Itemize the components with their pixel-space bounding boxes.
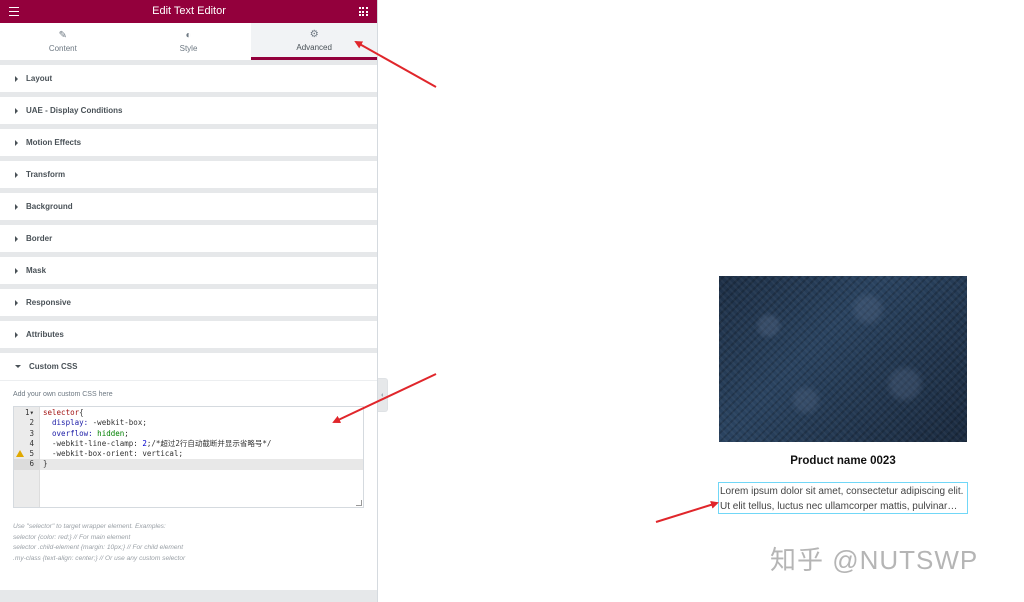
tab-style[interactable]: ◐ Style xyxy=(126,23,252,60)
code-line: display: -webkit-box; xyxy=(52,418,147,428)
arrow-to-description xyxy=(655,500,719,523)
section-layout[interactable]: Layout xyxy=(0,65,377,92)
section-attributes[interactable]: Attributes xyxy=(0,321,377,348)
caret-right-icon xyxy=(15,107,18,114)
hint-line: .my-class {text-align: center;} // Or us… xyxy=(13,554,186,562)
menu-icon[interactable] xyxy=(8,6,20,18)
section-label: UAE - Display Conditions xyxy=(26,106,123,115)
line-number: 3 xyxy=(29,428,34,438)
tab-label: Content xyxy=(48,44,77,53)
caret-right-icon xyxy=(15,203,18,210)
line-number: 6 xyxy=(14,459,39,470)
caret-right-icon xyxy=(15,75,18,82)
code-line: -webkit-box-orient: vertical; xyxy=(52,449,183,459)
warning-icon xyxy=(16,450,24,458)
gear-icon: ⚙ xyxy=(309,28,319,40)
widgets-grid-icon[interactable] xyxy=(357,6,369,18)
product-name: Product name 0023 xyxy=(790,455,896,467)
contrast-icon: ◐ xyxy=(185,30,192,41)
line-number: 1▾ xyxy=(24,408,34,417)
product-description: Lorem ipsum dolor sit amet, consectetur … xyxy=(720,486,964,512)
section-list: Layout UAE - Display Conditions Motion E… xyxy=(0,61,377,590)
caret-right-icon xyxy=(15,299,18,306)
section-label: Custom CSS xyxy=(29,362,78,371)
tab-advanced[interactable]: ⚙ Advanced xyxy=(251,23,377,60)
custom-css-help: Add your own custom CSS here xyxy=(13,391,113,398)
caret-right-icon xyxy=(15,331,18,338)
tab-label: Style xyxy=(179,44,198,53)
code-area[interactable]: selector{ display: -webkit-box; overflow… xyxy=(40,407,363,507)
section-label: Layout xyxy=(26,74,53,83)
line-number: 5 xyxy=(14,449,39,459)
resize-handle[interactable] xyxy=(356,500,362,506)
product-image xyxy=(719,276,967,442)
caret-right-icon xyxy=(15,171,18,178)
section-motion-effects[interactable]: Motion Effects xyxy=(0,129,377,156)
tab-content[interactable]: ✎ Content xyxy=(0,23,126,60)
editor-panel: Edit Text Editor ✎ Content ◐ Style ⚙ Adv… xyxy=(0,0,378,602)
tab-label: Advanced xyxy=(296,42,332,52)
css-usage-hint: Use "selector" to target wrapper element… xyxy=(13,522,364,564)
section-transform[interactable]: Transform xyxy=(0,161,377,188)
code-line: selector{ xyxy=(43,408,84,417)
watermark: 知乎 @NUTSWP xyxy=(770,545,979,575)
pencil-icon: ✎ xyxy=(58,30,68,41)
code-line: -webkit-line-clamp: 2;/*超过2行自动截断并显示省略号*/ xyxy=(52,438,272,448)
section-label: Border xyxy=(26,234,53,243)
section-mask[interactable]: Mask xyxy=(0,257,377,284)
panel-header: Edit Text Editor xyxy=(0,0,377,23)
screen: Edit Text Editor ✎ Content ◐ Style ⚙ Adv… xyxy=(0,0,1024,602)
line-number: 2 xyxy=(29,418,34,428)
caret-right-icon xyxy=(15,235,18,242)
section-label: Responsive xyxy=(26,298,71,307)
section-label: Transform xyxy=(26,170,66,179)
section-label: Background xyxy=(26,202,73,211)
line-gutter: 1▾ 2 3 4 5 6 xyxy=(14,407,40,507)
hint-line: selector {color: red;} // For main eleme… xyxy=(13,533,131,541)
custom-css-body: Add your own custom CSS here 1▾ 2 3 4 5 … xyxy=(0,380,377,590)
section-label: Motion Effects xyxy=(26,138,82,147)
section-uae-display-conditions[interactable]: UAE - Display Conditions xyxy=(0,97,377,124)
section-label: Attributes xyxy=(26,330,64,339)
caret-right-icon xyxy=(15,139,18,146)
panel-collapse-handle[interactable] xyxy=(378,378,388,412)
line-number: 4 xyxy=(29,438,34,448)
section-background[interactable]: Background xyxy=(0,193,377,220)
text-editor-widget[interactable]: Lorem ipsum dolor sit amet, consectetur … xyxy=(718,482,968,514)
panel-title: Edit Text Editor xyxy=(152,5,226,17)
hint-line: selector .child-element {margin: 10px;} … xyxy=(13,544,184,551)
css-code-editor[interactable]: 1▾ 2 3 4 5 6 selector{ display: -webkit-… xyxy=(13,406,364,508)
panel-tabs: ✎ Content ◐ Style ⚙ Advanced xyxy=(0,23,377,61)
section-label: Mask xyxy=(26,266,47,275)
caret-right-icon xyxy=(15,267,18,274)
section-border[interactable]: Border xyxy=(0,225,377,252)
code-line: } xyxy=(40,459,363,470)
code-line: overflow: hidden; xyxy=(52,428,129,438)
section-responsive[interactable]: Responsive xyxy=(0,289,377,316)
caret-down-icon xyxy=(15,365,21,368)
section-custom-css[interactable]: Custom CSS xyxy=(0,353,377,380)
hint-line: Use "selector" to target wrapper element… xyxy=(13,523,166,530)
